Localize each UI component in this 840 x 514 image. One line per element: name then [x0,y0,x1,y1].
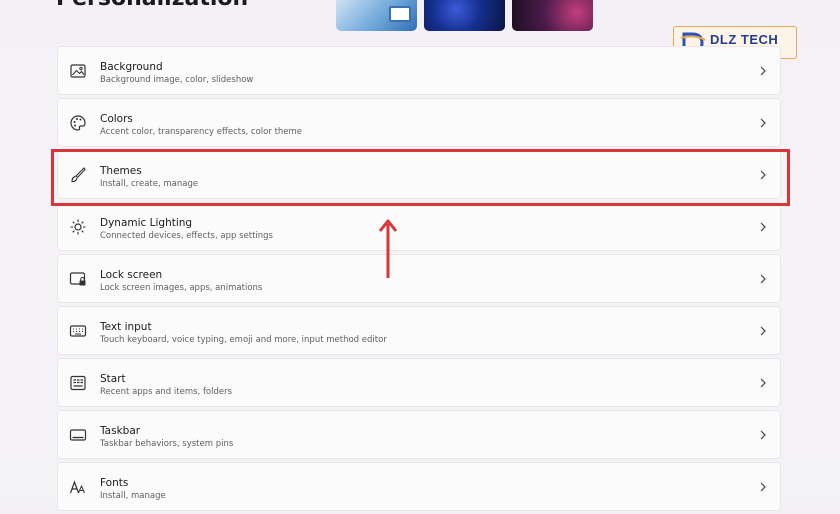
settings-item-title: Dynamic Lighting [100,217,193,229]
settings-item-description: Lock screen images, apps, animations [100,283,263,293]
settings-item-description: Connected devices, effects, app settings [100,231,273,241]
theme-previews [336,0,593,31]
arrow-up-icon [378,219,398,278]
settings-item-fonts[interactable]: Fonts Install, manage [57,462,781,511]
window-preview-icon [389,6,411,22]
background-image-icon [70,64,86,78]
palette-icon [70,115,86,131]
settings-item-lock-screen[interactable]: Lock screen Lock screen images, apps, an… [57,254,781,303]
settings-item-description: Touch keyboard, voice typing, emoji and … [100,335,387,345]
fonts-icon [69,480,85,494]
settings-item-title: Fonts [100,477,129,489]
theme-preview-2[interactable] [424,0,505,31]
chevron-right-icon [760,222,766,232]
settings-item-start[interactable]: Start Recent apps and items, folders [57,358,781,407]
theme-preview-3[interactable] [512,0,593,31]
chevron-right-icon [760,430,766,440]
chevron-right-icon [760,66,766,76]
lock-screen-icon [69,272,86,286]
settings-list: Background Background image, color, slid… [57,46,781,514]
theme-preview-1[interactable] [336,0,417,31]
page-title: Personalization [56,0,248,11]
themes-highlight-box [51,149,790,206]
chevron-right-icon [760,274,766,284]
chevron-right-icon [760,482,766,492]
settings-item-title: Text input [100,321,152,333]
start-icon [70,375,86,391]
taskbar-icon [69,429,87,441]
settings-item-title: Colors [100,113,133,125]
settings-item-description: Recent apps and items, folders [100,387,233,397]
settings-item-text-input[interactable]: Text input Touch keyboard, voice typing,… [57,306,781,355]
settings-item-description: Background image, color, slideshow [100,75,254,85]
chevron-right-icon [760,378,766,388]
chevron-right-icon [760,118,766,128]
settings-item-title: Lock screen [100,269,163,281]
settings-item-colors[interactable]: Colors Accent color, transparency effect… [57,98,781,147]
settings-item-taskbar[interactable]: Taskbar Taskbar behaviors, system pins [57,410,781,459]
settings-item-title: Taskbar [100,425,141,437]
settings-item-dynamic-lighting[interactable]: Dynamic Lighting Connected devices, effe… [57,202,781,251]
settings-item-title: Start [100,373,126,385]
logo-text: DLZ TECH [710,32,779,47]
settings-item-background[interactable]: Background Background image, color, slid… [57,46,781,95]
lighting-icon [70,219,86,235]
settings-item-description: Accent color, transparency effects, colo… [100,127,303,137]
settings-item-title: Background [100,61,163,73]
keyboard-icon [69,325,87,337]
settings-item-description: Taskbar behaviors, system pins [100,439,234,449]
chevron-right-icon [760,326,766,336]
